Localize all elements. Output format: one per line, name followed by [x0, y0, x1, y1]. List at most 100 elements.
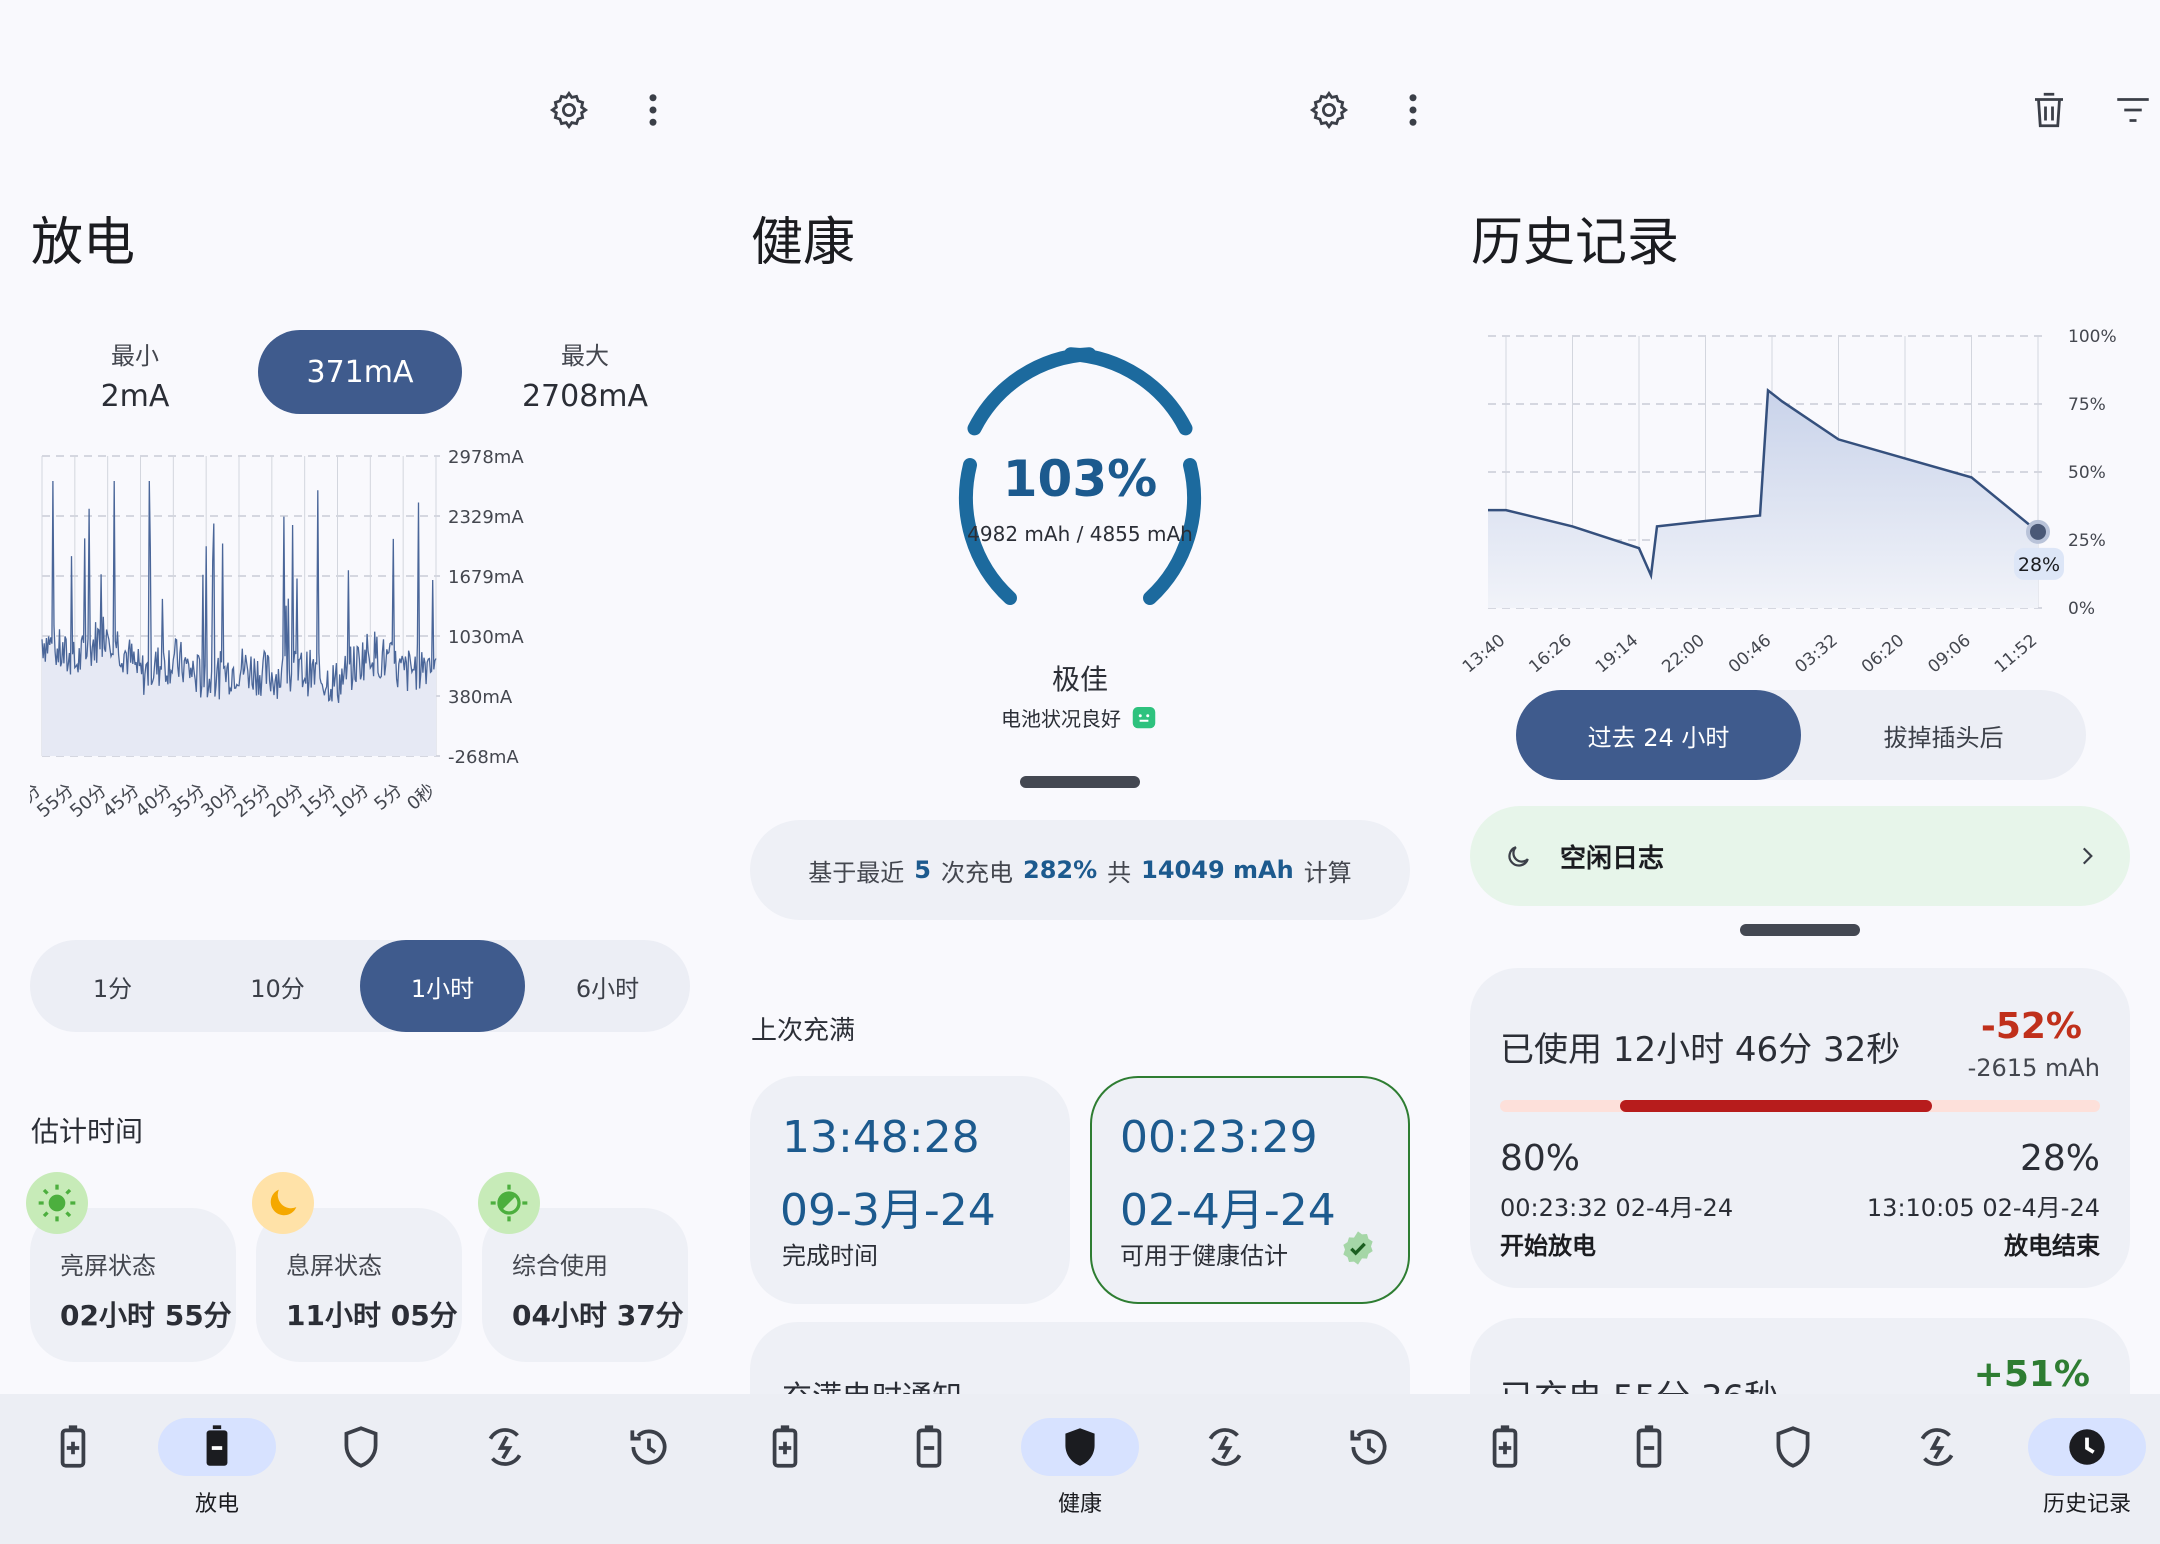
bottom-nav: 放电 — [0, 1394, 720, 1544]
min-value: 2mA — [100, 379, 170, 414]
history-icon — [630, 1429, 667, 1465]
nav-health[interactable] — [296, 1418, 426, 1528]
screen-on-card: 亮屏状态 02小时 55分 — [26, 1172, 236, 1362]
health-status: 极佳 — [1051, 663, 1108, 696]
nav-charge[interactable] — [1440, 1418, 1570, 1528]
x-tick-label: 11:52 — [1991, 631, 2041, 678]
page-title: 健康 — [751, 213, 856, 273]
range-10min[interactable]: 10分 — [195, 940, 360, 1032]
idle-log-label: 空闲日志 — [1560, 843, 1665, 874]
nav-discharge[interactable] — [864, 1418, 994, 1528]
x-tick-label: 22:00 — [1658, 631, 1708, 678]
nav-history[interactable]: 历史记录 — [2022, 1418, 2152, 1528]
last-full-label: 完成时间 — [782, 1242, 878, 1270]
nav-charge[interactable] — [8, 1418, 138, 1528]
drag-handle[interactable] — [1740, 924, 1860, 936]
y-tick-label: 1030mA — [448, 627, 524, 648]
charging-cycle-icon — [1208, 1428, 1242, 1466]
max-label: 最大 — [561, 342, 609, 370]
discharge-panel: 放电 最小 2mA 371mA 最大 2708mA 2978mA 2329mA 16… — [0, 0, 720, 1544]
start-time: 00:23:32 02-4月-24 — [1500, 1194, 1734, 1222]
usable-label: 可用于健康估计 — [1120, 1242, 1288, 1270]
calc-and: 共 — [1107, 858, 1132, 887]
history-panel: 历史记录 100% 75% 50% 25% 0% 13:40 16:26 19:14 22:00… — [1440, 0, 2160, 1544]
range-selector: 1分 10分 1小时 6小时 — [30, 940, 690, 1032]
tab-since-unplug[interactable]: 拔掉插头后 — [1801, 690, 2086, 780]
calc-mah: 14049 mAh — [1141, 856, 1294, 884]
last-full-title: 上次充满 — [751, 1016, 856, 1046]
nav-health[interactable] — [1728, 1418, 1858, 1528]
session-used: 已使用 12小时 46分 32秒 — [1500, 1030, 1901, 1070]
nav-cycle[interactable] — [1872, 1418, 2002, 1528]
screen-off-label: 息屏状态 — [286, 1252, 382, 1280]
filter-button[interactable] — [2106, 83, 2160, 137]
x-tick-label: 13:40 — [1459, 631, 1509, 678]
delete-button[interactable] — [2022, 83, 2076, 137]
drag-handle[interactable] — [1020, 776, 1140, 788]
filter-icon — [2117, 98, 2149, 122]
combined-value: 04小时 37分 — [512, 1299, 684, 1332]
range-1hour[interactable]: 1小时 — [360, 940, 525, 1032]
x-tick-label: 19:14 — [1592, 631, 1642, 678]
current-badge-label: 28% — [2018, 554, 2060, 576]
shield-icon — [344, 1426, 378, 1468]
x-tick-label: 16:26 — [1525, 631, 1575, 678]
nav-discharge-label: 放电 — [194, 1492, 239, 1517]
last-full-date: 09-3月-24 — [780, 1185, 996, 1236]
combined-card: 综合使用 04小时 37分 — [478, 1172, 688, 1362]
x-tick-label: 00:46 — [1725, 631, 1775, 678]
nav-history[interactable] — [1304, 1418, 1434, 1528]
history-area — [1488, 390, 2038, 608]
more-button[interactable] — [626, 83, 680, 137]
battery-minus-icon — [916, 1425, 942, 1468]
max-stat: 最大 2708mA — [510, 336, 660, 414]
next-session-delta: +51% — [1973, 1354, 2090, 1395]
min-stat: 最小 2mA — [60, 336, 210, 414]
screen-on-value: 02小时 55分 — [60, 1299, 232, 1332]
y-tick-label: 2329mA — [448, 507, 524, 528]
health-status-row: 电池状况良好 — [920, 702, 1240, 732]
session-delta: -52% — [1980, 1006, 2082, 1047]
nav-history[interactable] — [584, 1418, 714, 1528]
idle-log-row[interactable]: 空闲日志 — [1470, 806, 2130, 906]
moon-clock-icon — [1508, 846, 1529, 867]
nav-history-label: 历史记录 — [2042, 1492, 2131, 1517]
screen-on-label: 亮屏状态 — [60, 1252, 156, 1280]
nav-charge[interactable] — [720, 1418, 850, 1528]
more-vert-icon — [1409, 94, 1417, 126]
verified-icon — [1343, 1231, 1373, 1265]
start-label: 开始放电 — [1500, 1232, 1596, 1260]
gear-icon — [1309, 90, 1349, 130]
health-calc-note: 基于最近 5 次充电 282% 共 14049 mAh 计算 — [750, 820, 1410, 920]
x-tick-label: 10分 — [329, 780, 374, 822]
end-time: 13:10:05 02-4月-24 — [1866, 1194, 2100, 1222]
page-title: 历史记录 — [1471, 213, 1680, 273]
nav-cycle[interactable] — [1160, 1418, 1290, 1528]
nav-health[interactable]: 健康 — [1015, 1418, 1145, 1528]
range-6hour[interactable]: 6小时 — [525, 940, 690, 1032]
bottom-nav: 历史记录 — [1440, 1394, 2160, 1544]
more-vert-icon — [649, 94, 657, 126]
range-1min[interactable]: 1分 — [30, 940, 195, 1032]
calc-mid: 次充电 — [941, 858, 1013, 887]
session-card[interactable]: 已使用 12小时 46分 32秒 -52% -2615 mAh 80% 28% … — [1470, 968, 2130, 1288]
tab-last-24h[interactable]: 过去 24 小时 — [1516, 690, 1801, 780]
x-tick-label: 06:20 — [1858, 631, 1908, 678]
charging-cycle-icon — [488, 1428, 522, 1466]
y-tick-label: -268mA — [448, 747, 519, 768]
more-button[interactable] — [1386, 83, 1440, 137]
nav-discharge[interactable]: 放电 — [152, 1418, 282, 1528]
y-tick-label: 380mA — [448, 687, 513, 708]
shield-icon — [1776, 1426, 1810, 1468]
x-tick-label: 09:06 — [1924, 631, 1974, 678]
usable-card[interactable]: 00:23:29 02-4月-24 可用于健康估计 — [1090, 1076, 1410, 1304]
calc-count: 5 — [914, 856, 931, 884]
settings-button[interactable] — [1302, 83, 1356, 137]
calc-percent: 282% — [1023, 856, 1098, 884]
screen-off-card: 息屏状态 11小时 05分 — [252, 1172, 462, 1362]
nav-cycle[interactable] — [440, 1418, 570, 1528]
settings-button[interactable] — [542, 83, 596, 137]
battery-minus-icon — [1636, 1425, 1662, 1468]
gear-icon — [549, 90, 589, 130]
nav-discharge[interactable] — [1584, 1418, 1714, 1528]
